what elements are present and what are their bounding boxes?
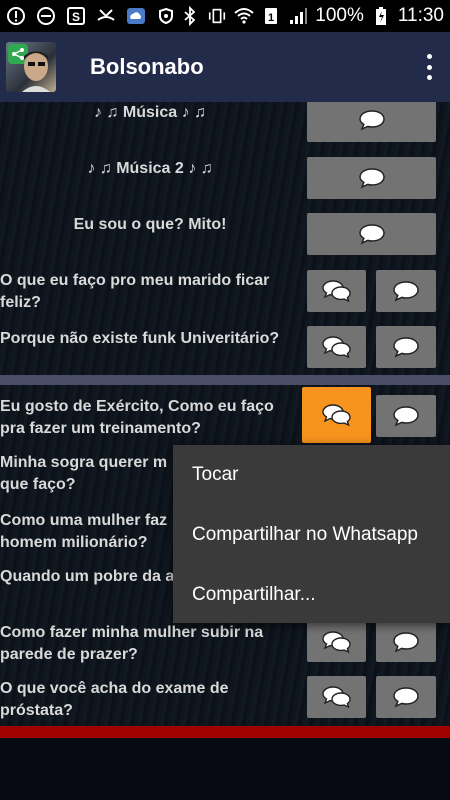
chat-bubbles-icon [321, 686, 351, 709]
wifi-icon [234, 6, 254, 26]
list-item-label: Como uma mulher faz homem milionário? [0, 512, 168, 551]
share-whatsapp-button[interactable] [376, 622, 436, 662]
chat-bubble-icon [393, 687, 419, 708]
sim-icon: 1 [261, 6, 281, 26]
list-item: Eu gosto de Exército, Como eu faço pra f… [0, 387, 450, 443]
warning-icon [6, 6, 26, 26]
context-menu: Tocar Compartilhar no Whatsapp Compartil… [173, 445, 450, 623]
list-item: O que você acha do exame de próstata? [0, 676, 450, 726]
missed-call-icon [96, 6, 116, 26]
list-item-label: Minha sogra querer m que faço? [0, 454, 168, 493]
list-item: Eu sou o que? Mito! [0, 210, 450, 258]
svg-text:S: S [72, 10, 80, 24]
status-right-icons: 1 100% 11:30 [180, 5, 444, 27]
list-item: ♪ ♫ Música 2 ♪ ♫ [0, 154, 450, 202]
cloud-icon [126, 6, 146, 26]
chat-bubble-icon [393, 281, 419, 302]
share-whatsapp-button[interactable] [376, 676, 436, 718]
screen: S 1 100% 11:30 Bolsonabo ♪ ♫ Música ♪ ♫ … [0, 0, 450, 800]
play-button[interactable] [307, 102, 436, 142]
do-not-disturb-icon [36, 6, 56, 26]
chat-bubble-icon [393, 337, 419, 358]
list-item-label: O que você acha do exame de próstata? [0, 680, 229, 719]
s-notification-icon: S [66, 6, 86, 26]
accent-bar [0, 726, 450, 738]
svg-text:1: 1 [268, 12, 274, 24]
list-item-label: Quando um pobre da a [0, 568, 174, 585]
signal-icon [288, 6, 308, 26]
menu-item-compartilhar-whatsapp[interactable]: Compartilhar no Whatsapp [173, 505, 450, 565]
battery-percent: 100% [315, 5, 364, 26]
play-button[interactable] [302, 387, 371, 443]
overflow-menu-icon[interactable] [424, 54, 434, 80]
play-button[interactable] [307, 157, 436, 199]
app-title: Bolsonabo [90, 54, 204, 79]
chat-bubbles-icon [321, 404, 351, 427]
section-divider [0, 375, 450, 385]
share-whatsapp-button[interactable] [376, 326, 436, 368]
status-bar: S 1 100% 11:30 [0, 0, 450, 32]
list-item-label: O que eu faço pro meu marido ficar feliz… [0, 272, 270, 311]
chat-bubbles-icon [321, 336, 351, 359]
play-button[interactable] [307, 676, 366, 718]
chat-bubble-icon [358, 110, 385, 131]
play-button[interactable] [307, 326, 366, 368]
list-item-label: Eu sou o que? Mito! [73, 216, 227, 233]
list-item: O que eu faço pro meu marido ficar feliz… [0, 266, 450, 318]
clock: 11:30 [397, 5, 444, 26]
share-whatsapp-button[interactable] [376, 395, 436, 437]
sound-list[interactable]: ♪ ♫ Música ♪ ♫ ♪ ♫ Música 2 ♪ ♫ Eu sou o… [0, 102, 450, 738]
list-item-label: Eu gosto de Exército, Como eu faço pra f… [0, 398, 274, 437]
shield-icon [156, 6, 176, 26]
status-left-icons: S [6, 6, 176, 26]
chat-bubble-icon [358, 168, 385, 189]
list-item-label: ♪ ♫ Música 2 ♪ ♫ [87, 160, 213, 177]
app-avatar-with-share-icon [6, 42, 56, 92]
battery-charging-icon [371, 6, 391, 26]
play-button[interactable] [307, 270, 366, 312]
list-item: Como fazer minha mulher subir na parede … [0, 620, 450, 672]
list-item: ♪ ♫ Música ♪ ♫ [0, 102, 450, 146]
list-item-label: Como fazer minha mulher subir na parede … [0, 624, 264, 663]
chat-bubble-icon [393, 406, 419, 427]
play-button[interactable] [307, 622, 366, 662]
vibrate-icon [207, 6, 227, 26]
app-bar: Bolsonabo [0, 32, 450, 102]
list-item: Porque não existe funk Univeritário? [0, 324, 450, 372]
chat-bubbles-icon [321, 280, 351, 303]
play-button[interactable] [307, 213, 436, 255]
chat-bubble-icon [358, 224, 385, 245]
menu-item-compartilhar[interactable]: Compartilhar... [173, 565, 450, 625]
list-item-label: ♪ ♫ Música ♪ ♫ [93, 104, 207, 121]
list-item-label: Porque não existe funk Univeritário? [0, 330, 280, 347]
bluetooth-icon [180, 6, 200, 26]
bottom-area [0, 738, 450, 800]
chat-bubbles-icon [321, 631, 351, 654]
share-whatsapp-button[interactable] [376, 270, 436, 312]
chat-bubble-icon [393, 632, 419, 653]
menu-item-tocar[interactable]: Tocar [173, 445, 450, 505]
